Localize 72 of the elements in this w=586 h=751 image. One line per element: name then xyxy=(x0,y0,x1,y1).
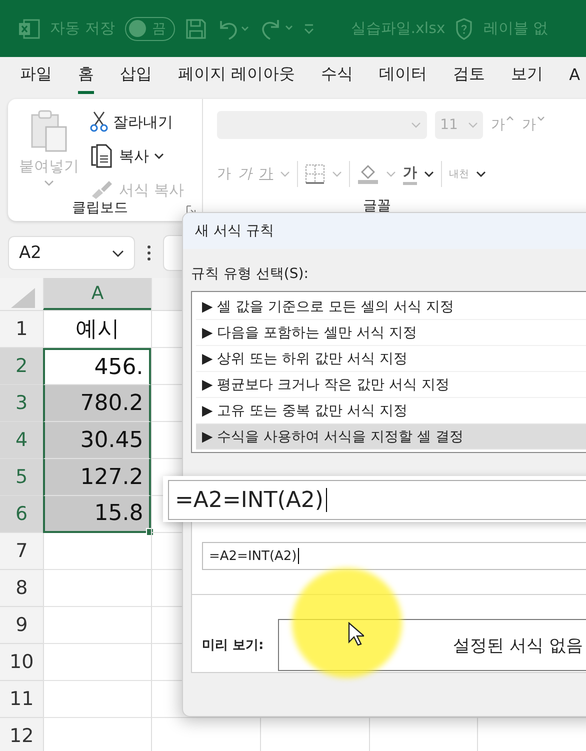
preview-label: 미리 보기: xyxy=(202,637,264,654)
menu-tab[interactable]: 홈 xyxy=(78,58,94,94)
row-header[interactable]: 1 xyxy=(0,311,44,348)
more-icon[interactable] xyxy=(147,245,151,261)
table-cell[interactable]: 30.45 xyxy=(43,422,152,459)
menu-tab[interactable]: A xyxy=(569,59,580,93)
menu-tab[interactable]: 페이지 레이아웃 xyxy=(178,58,296,94)
caret-icon xyxy=(112,250,124,256)
menu-tab[interactable]: 보기 xyxy=(511,58,544,94)
table-cell[interactable] xyxy=(43,607,152,644)
menu-tab[interactable]: 파일 xyxy=(20,58,52,94)
table-cell[interactable]: 127.2 xyxy=(43,459,152,496)
rule-type-item[interactable]: ▶ 평균보다 크거나 작은 값만 서식 지정 xyxy=(196,372,586,398)
save-icon[interactable] xyxy=(184,18,207,40)
table-cell[interactable]: 780.2 xyxy=(43,385,152,422)
table-cell[interactable] xyxy=(43,533,152,570)
formula-field[interactable]: =A2=INT(A2) xyxy=(202,542,586,570)
group-label: 클립보드 xyxy=(72,199,128,217)
row-header[interactable]: 7 xyxy=(0,533,44,570)
copy-icon[interactable] xyxy=(90,144,114,168)
rule-type-item[interactable]: ▶ 다음을 포함하는 셀만 서식 지정 xyxy=(196,320,586,346)
font-dropdown[interactable] xyxy=(217,111,428,139)
table-cell[interactable] xyxy=(43,644,152,681)
preview-text: 설정된 서식 없음 xyxy=(453,634,583,656)
dialog-title: 새 서식 규칙 xyxy=(195,222,274,240)
caret-icon[interactable] xyxy=(154,153,164,159)
clipboard-button[interactable]: 잘라내기 xyxy=(113,112,173,132)
menu-tab[interactable]: 삽입 xyxy=(120,58,152,94)
caret-icon xyxy=(537,116,546,121)
row-header[interactable]: 12 xyxy=(0,718,44,751)
table-cell[interactable] xyxy=(43,570,152,607)
rule-type-item[interactable]: ▶ 수식을 사용하여 서식을 지정할 셀 결정 xyxy=(196,424,586,450)
menu-tab[interactable]: 검토 xyxy=(453,58,486,94)
row-header[interactable]: 6 xyxy=(0,496,44,533)
rule-type-item[interactable]: ▶ 셀 값을 기준으로 모든 셀의 서식 지정 xyxy=(196,294,586,320)
menu-tab[interactable]: 수식 xyxy=(321,58,354,94)
row-header[interactable]: 3 xyxy=(0,385,44,422)
row-header[interactable]: 11 xyxy=(0,681,44,718)
row-header[interactable]: 9 xyxy=(0,607,44,644)
column-header[interactable]: A xyxy=(43,278,151,310)
name-box[interactable]: A2 xyxy=(8,236,135,270)
spreadsheet-icon[interactable] xyxy=(18,18,40,38)
table-cell[interactable] xyxy=(43,681,152,718)
caret-icon xyxy=(411,122,422,128)
customize-icon[interactable] xyxy=(302,22,315,34)
caret-icon[interactable] xyxy=(476,171,486,177)
fill-bucket-icon[interactable] xyxy=(357,163,380,185)
table-cell[interactable]: 15.8 xyxy=(43,496,152,533)
clipboard-icon[interactable] xyxy=(30,109,68,153)
brush-icon[interactable] xyxy=(90,180,114,200)
scissors-icon[interactable] xyxy=(90,111,108,133)
rule-type-item[interactable]: ▶ 상위 또는 하위 값만 서식 지정 xyxy=(196,346,586,372)
border-icon[interactable] xyxy=(305,164,326,184)
row-header[interactable]: 10 xyxy=(0,644,44,681)
rule-type-label: 규칙 유형 선택(S): xyxy=(191,266,308,282)
row-header[interactable]: 4 xyxy=(0,422,44,459)
row-header[interactable]: 8 xyxy=(0,570,44,607)
menu-tab[interactable]: 데이터 xyxy=(379,58,428,94)
up-caret-icon xyxy=(506,116,514,121)
file-name: 실습파일.xlsx xyxy=(350,19,446,38)
font-color-button[interactable]: 가 xyxy=(403,164,418,184)
pointer-icon xyxy=(348,622,364,646)
caret-icon[interactable] xyxy=(424,171,434,177)
table-cell[interactable]: 456. xyxy=(43,348,152,385)
row-header[interactable]: 2 xyxy=(0,348,44,385)
caret-icon xyxy=(468,122,478,128)
shield-icon[interactable] xyxy=(455,18,474,40)
row-header[interactable]: 5 xyxy=(0,459,44,496)
group-label: 글꼴 xyxy=(363,197,392,215)
autosave-label: 자동 저장 xyxy=(50,19,115,38)
zoom-popup: =A2=INT(A2) xyxy=(163,476,586,522)
clipboard-button[interactable]: 복사 xyxy=(119,146,149,166)
